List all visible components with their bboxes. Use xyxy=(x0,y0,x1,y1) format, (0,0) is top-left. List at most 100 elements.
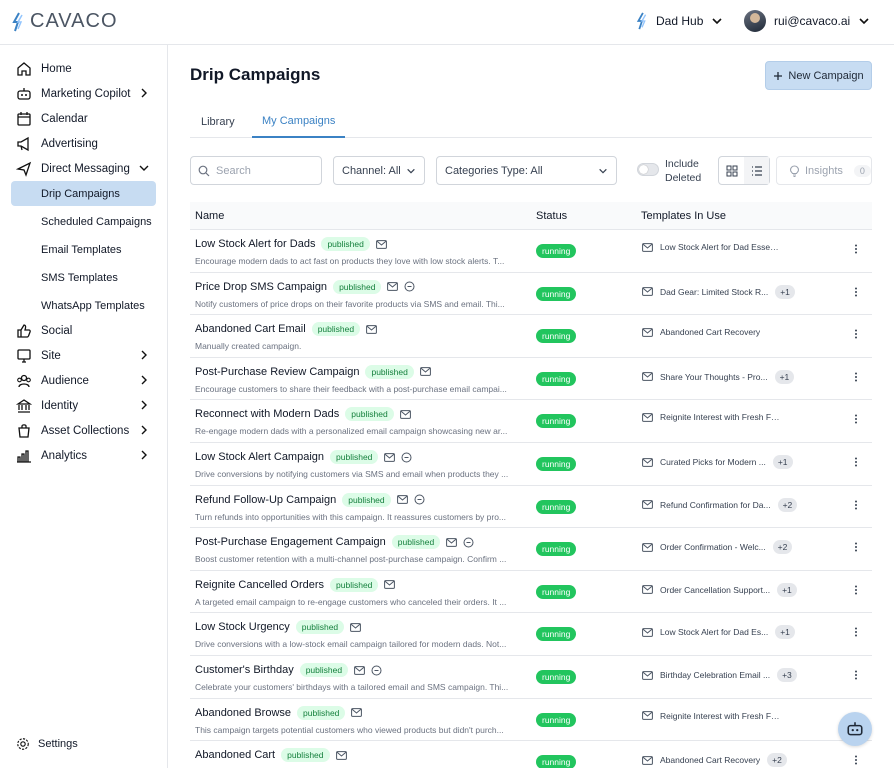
user-menu[interactable]: rui@cavaco.ai xyxy=(744,10,870,32)
sidebar-item-site[interactable]: Site xyxy=(0,343,168,368)
sidebar-subitem-scheduled-campaigns[interactable]: Scheduled Campaigns xyxy=(11,209,156,234)
row-actions-button[interactable] xyxy=(854,456,858,470)
category-select[interactable]: Categories Type: All xyxy=(436,156,617,185)
mail-icon xyxy=(642,287,653,296)
campaign-name[interactable]: Low Stock Alert Campaign xyxy=(195,451,324,463)
template-name[interactable]: Reignite Interest with Fresh Finds... xyxy=(660,412,780,422)
copilot-chat-button[interactable] xyxy=(838,712,872,746)
campaign-name[interactable]: Abandoned Browse xyxy=(195,707,291,719)
sidebar-item-marketing-copilot[interactable]: Marketing Copilot xyxy=(0,81,168,106)
hub-logo-icon xyxy=(636,12,647,30)
sidebar-item-settings[interactable]: Settings xyxy=(16,737,78,751)
template-name[interactable]: Birthday Celebration Email ... xyxy=(660,670,770,680)
extra-templates-count[interactable]: +2 xyxy=(772,540,793,555)
row-actions-button[interactable] xyxy=(854,584,858,598)
template-name[interactable]: Order Cancellation Support... xyxy=(660,585,770,595)
table-row[interactable]: Price Drop SMS Campaign published Notify c… xyxy=(190,273,872,316)
template-name[interactable]: Share Your Thoughts - Pro... xyxy=(660,372,768,382)
row-actions-button[interactable] xyxy=(854,626,858,640)
row-actions-button[interactable] xyxy=(854,328,858,342)
campaign-name[interactable]: Post-Purchase Review Campaign xyxy=(195,366,359,378)
row-actions-button[interactable] xyxy=(854,754,858,768)
table-row[interactable]: Post-Purchase Engagement Campaign publish… xyxy=(190,528,872,571)
template-name[interactable]: Low Stock Alert for Dad Essentials xyxy=(660,242,780,252)
sidebar-item-analytics[interactable]: Analytics xyxy=(0,443,168,468)
campaign-name[interactable]: Refund Follow-Up Campaign xyxy=(195,494,336,506)
column-header-templates[interactable]: Templates In Use xyxy=(641,210,726,222)
sidebar-subitem-email-templates[interactable]: Email Templates xyxy=(11,237,156,262)
sidebar-item-home[interactable]: Home xyxy=(0,56,168,81)
channel-select[interactable]: Channel: All xyxy=(333,156,425,185)
sidebar-item-advertising[interactable]: Advertising xyxy=(0,131,168,156)
sidebar-item-direct-messaging[interactable]: Direct Messaging xyxy=(0,156,168,181)
extra-templates-count[interactable]: +3 xyxy=(777,668,797,682)
include-deleted-toggle[interactable] xyxy=(637,163,659,176)
campaign-name[interactable]: Reignite Cancelled Orders xyxy=(195,579,324,591)
extra-templates-count[interactable]: +1 xyxy=(772,455,793,469)
sidebar-item-social[interactable]: Social xyxy=(0,318,168,343)
robot-icon xyxy=(847,722,863,736)
campaign-name[interactable]: Abandoned Cart xyxy=(195,749,275,761)
row-actions-button[interactable] xyxy=(854,413,858,427)
extra-templates-count[interactable]: +1 xyxy=(774,369,795,384)
extra-templates-count[interactable]: +1 xyxy=(777,582,797,597)
row-actions-button[interactable] xyxy=(854,243,858,257)
tab-my-campaigns[interactable]: My Campaigns xyxy=(252,105,346,138)
extra-templates-count[interactable]: +1 xyxy=(775,625,795,640)
campaign-name[interactable]: Post-Purchase Engagement Campaign xyxy=(195,536,386,548)
campaign-name[interactable]: Price Drop SMS Campaign xyxy=(195,281,327,293)
extra-templates-count[interactable]: +2 xyxy=(777,497,798,512)
extra-templates-count[interactable]: +2 xyxy=(767,753,787,768)
template-name[interactable]: Low Stock Alert for Dad Es... xyxy=(660,627,768,637)
row-actions-button[interactable] xyxy=(854,371,858,385)
table-row[interactable]: Post-Purchase Review Campaign published En… xyxy=(190,358,872,401)
sidebar-subitem-whatsapp-templates[interactable]: WhatsApp Templates xyxy=(11,293,156,318)
template-name[interactable]: Reignite Interest with Fresh Finds... xyxy=(660,711,780,721)
campaign-name[interactable]: Abandoned Cart Email xyxy=(195,323,306,335)
column-header-status[interactable]: Status xyxy=(536,210,567,222)
table-row[interactable]: Reconnect with Modern Dads published Re-en… xyxy=(190,400,872,443)
table-row[interactable]: Customer's Birthday published Celebrate yo… xyxy=(190,656,872,699)
more-vertical-icon xyxy=(855,670,857,680)
table-row[interactable]: Low Stock Alert for Dads published Encoura… xyxy=(190,230,872,273)
sidebar-item-audience[interactable]: Audience xyxy=(0,368,168,393)
template-name[interactable]: Curated Picks for Modern ... xyxy=(660,457,766,467)
list-view-button[interactable] xyxy=(744,157,769,184)
campaign-name-cell: Abandoned Cart published xyxy=(195,748,347,763)
row-actions-button[interactable] xyxy=(854,669,858,683)
template-name[interactable]: Dad Gear: Limited Stock R... xyxy=(660,287,768,297)
campaign-name[interactable]: Reconnect with Modern Dads xyxy=(195,408,339,420)
new-campaign-button[interactable]: New Campaign xyxy=(765,61,872,90)
sidebar-item-asset-collections[interactable]: Asset Collections xyxy=(0,418,168,443)
insights-button[interactable]: Insights 0 xyxy=(776,156,872,185)
tab-library[interactable]: Library xyxy=(201,105,235,138)
campaign-name[interactable]: Customer's Birthday xyxy=(195,664,294,676)
table-row[interactable]: Low Stock Urgency published Drive conversi… xyxy=(190,613,872,656)
campaign-name[interactable]: Low Stock Alert for Dads xyxy=(195,238,315,250)
column-header-name[interactable]: Name xyxy=(195,210,224,222)
sms-icon xyxy=(463,537,474,548)
sidebar-item-calendar[interactable]: Calendar xyxy=(0,106,168,131)
sidebar-subitem-drip-campaigns[interactable]: Drip Campaigns xyxy=(11,181,156,206)
template-name[interactable]: Abandoned Cart Recovery xyxy=(660,327,760,337)
table-row[interactable]: Abandoned Cart published running Abandoned … xyxy=(190,741,872,768)
template-name[interactable]: Order Confirmation - Welc... xyxy=(660,542,766,552)
template-name[interactable]: Abandoned Cart Recovery xyxy=(660,755,760,765)
campaign-name[interactable]: Low Stock Urgency xyxy=(195,621,290,633)
extra-templates-count[interactable]: +1 xyxy=(775,284,795,299)
sidebar-item-identity[interactable]: Identity xyxy=(0,393,168,418)
grid-view-button[interactable] xyxy=(719,157,744,184)
table-row[interactable]: Refund Follow-Up Campaign published Turn r… xyxy=(190,486,872,529)
hub-switcher[interactable]: Dad Hub xyxy=(636,12,723,30)
table-row[interactable]: Abandoned Cart Email published Manually cr… xyxy=(190,315,872,358)
search-input[interactable] xyxy=(216,164,311,177)
table-row[interactable]: Abandoned Browse published This campaign t… xyxy=(190,699,872,742)
table-row[interactable]: Reignite Cancelled Orders published A targ… xyxy=(190,571,872,614)
row-actions-button[interactable] xyxy=(854,541,858,555)
sidebar-subitem-sms-templates[interactable]: SMS Templates xyxy=(11,265,156,290)
row-actions-button[interactable] xyxy=(854,499,858,513)
template-name[interactable]: Refund Confirmation for Da... xyxy=(660,500,771,510)
row-actions-button[interactable] xyxy=(854,286,858,300)
logo[interactable]: CAVACO xyxy=(12,10,118,33)
table-row[interactable]: Low Stock Alert Campaign published Drive c… xyxy=(190,443,872,486)
